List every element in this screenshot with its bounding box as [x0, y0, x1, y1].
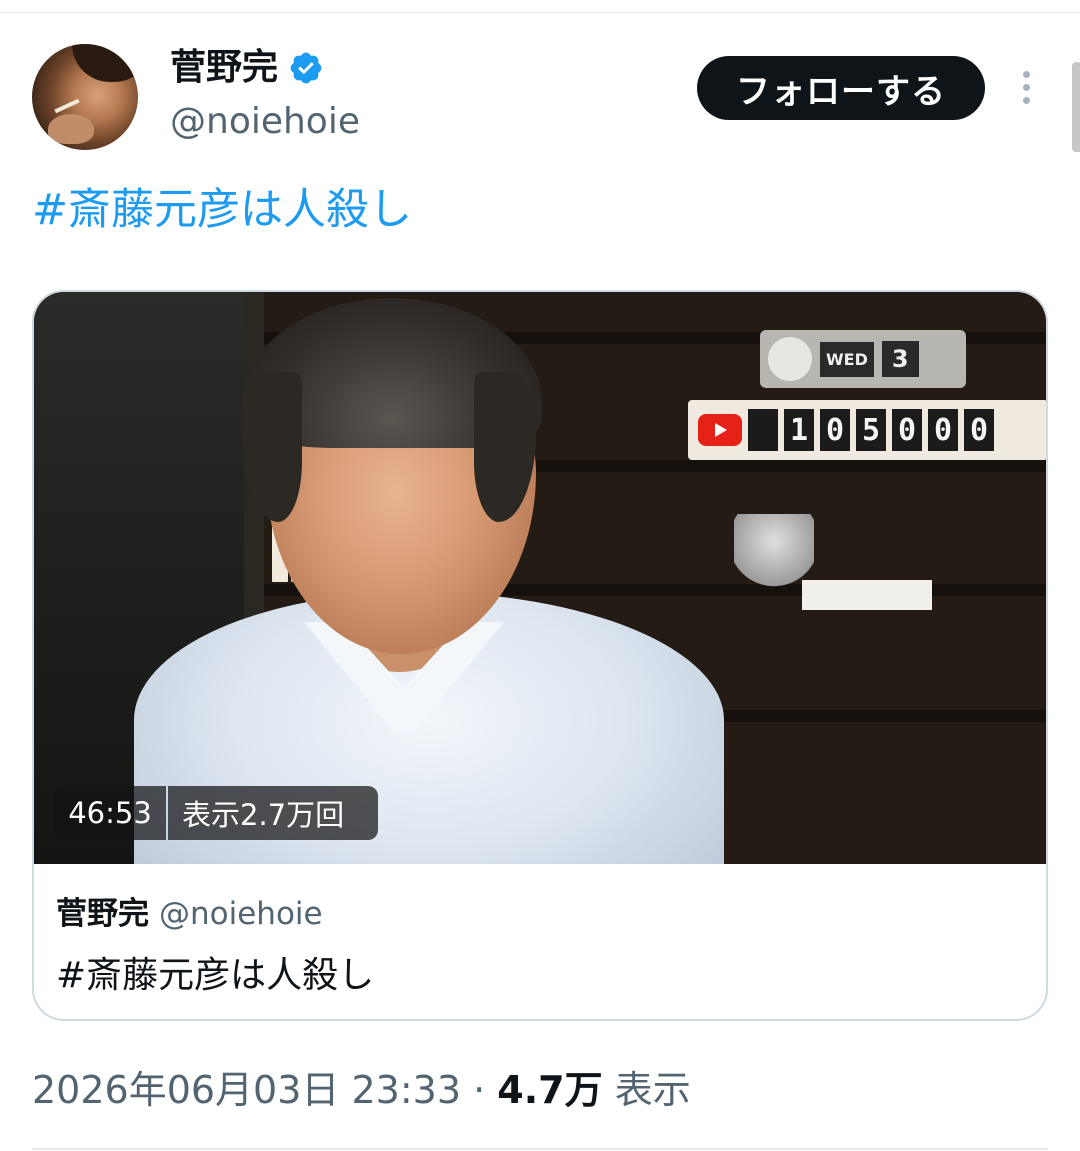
youtube-logo-icon — [698, 414, 742, 446]
counter-digit: 0 — [892, 409, 922, 451]
counter-blank — [748, 409, 778, 451]
avatar-cigarette — [54, 98, 80, 114]
top-divider — [0, 12, 1080, 13]
quoted-author-row[interactable]: 菅野完 @noiehoie — [56, 892, 323, 936]
tweet-timestamp[interactable]: 2026年06月03日 23:33 — [32, 1068, 461, 1112]
counter-digit: 0 — [928, 409, 958, 451]
scrollbar-thumb[interactable] — [1072, 62, 1080, 152]
subscriber-counter: 1 0 5 0 0 0 — [688, 400, 1046, 460]
author-name-row[interactable]: 菅野完 — [170, 44, 324, 92]
person-hair-left — [242, 372, 302, 522]
quoted-video-card[interactable]: WED 3 1 0 5 0 0 0 46:53 表示2.7万回 菅野完 @noi… — [32, 290, 1048, 1021]
avatar-hair — [72, 44, 138, 82]
more-vertical-icon[interactable] — [1016, 68, 1036, 108]
view-count[interactable]: 4.7万 — [497, 1068, 602, 1112]
quoted-display-name[interactable]: 菅野完 — [56, 896, 149, 932]
video-thumbnail[interactable]: WED 3 1 0 5 0 0 0 46:53 表示2.7万回 — [34, 292, 1046, 864]
flip-clock: WED 3 — [760, 330, 966, 388]
verified-badge-icon — [290, 52, 322, 84]
tweet-page: 菅野完 @noiehoie フォローする #斎藤元彦は人殺し WED 3 1 0… — [0, 0, 1080, 1151]
video-duration-badge: 46:53 — [54, 786, 166, 840]
counter-digit: 0 — [820, 409, 850, 451]
bottom-divider — [32, 1148, 1048, 1150]
clock-face-icon — [768, 337, 812, 381]
clock-day-number: 3 — [881, 341, 919, 377]
tweet-meta-row: 2026年06月03日 23:33 · 4.7万 表示 — [32, 1062, 691, 1118]
tweet-hashtag-link[interactable]: #斎藤元彦は人殺し — [32, 180, 412, 240]
shelf-sign — [802, 580, 932, 610]
quoted-text: #斎藤元彦は人殺し — [56, 955, 375, 996]
meta-separator: · — [473, 1068, 486, 1112]
author-display-name[interactable]: 菅野完 — [170, 44, 278, 92]
quoted-handle[interactable]: @noiehoie — [159, 896, 323, 932]
video-view-count-badge: 表示2.7万回 — [168, 786, 378, 840]
clock-day-label: WED — [820, 341, 874, 377]
counter-digit: 0 — [964, 409, 994, 451]
avatar[interactable] — [32, 44, 138, 150]
counter-digit: 5 — [856, 409, 886, 451]
view-count-label: 表示 — [614, 1068, 691, 1112]
author-handle[interactable]: @noiehoie — [170, 98, 360, 146]
follow-button[interactable]: フォローする — [697, 56, 985, 120]
counter-digit: 1 — [784, 409, 814, 451]
avatar-hand — [48, 114, 94, 144]
